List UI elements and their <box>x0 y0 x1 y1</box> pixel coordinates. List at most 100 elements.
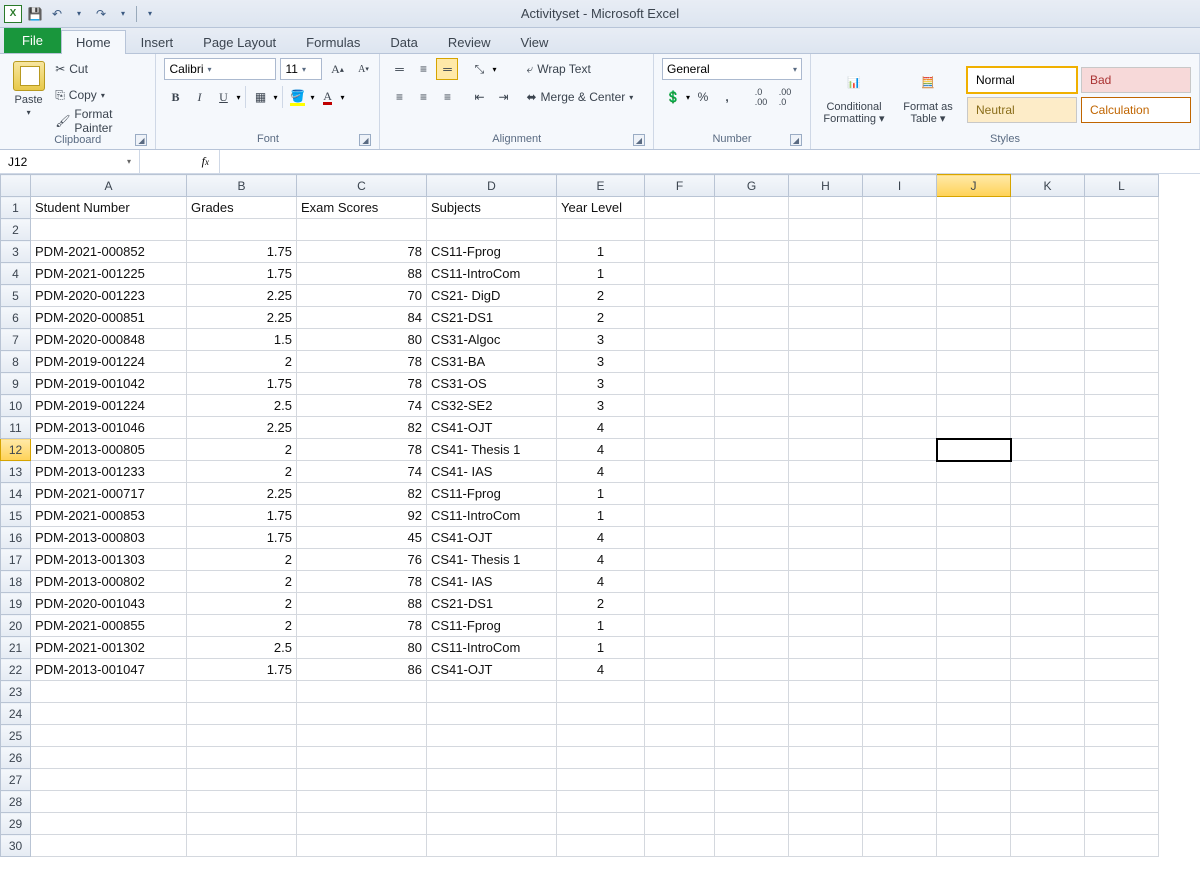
wrap-text-button[interactable]: ⤶ Wrap Text <box>526 58 633 80</box>
cell[interactable] <box>789 483 863 505</box>
cell[interactable]: 82 <box>297 417 427 439</box>
cell[interactable] <box>789 417 863 439</box>
cell[interactable]: CS41- IAS <box>427 571 557 593</box>
row-header[interactable]: 5 <box>1 285 31 307</box>
cell[interactable] <box>937 307 1011 329</box>
cell[interactable]: CS31-OS <box>427 373 557 395</box>
cell[interactable]: 2.5 <box>187 395 297 417</box>
cell[interactable] <box>937 571 1011 593</box>
cell[interactable]: CS41- Thesis 1 <box>427 439 557 461</box>
cell[interactable] <box>187 747 297 769</box>
orientation-icon[interactable]: ⤡ <box>468 58 490 80</box>
italic-button[interactable]: I <box>188 86 210 108</box>
cell[interactable] <box>789 791 863 813</box>
cell[interactable] <box>715 769 789 791</box>
row-header[interactable]: 7 <box>1 329 31 351</box>
tab-review[interactable]: Review <box>433 30 506 54</box>
cell[interactable] <box>937 439 1011 461</box>
cell[interactable] <box>937 417 1011 439</box>
accounting-format-icon[interactable]: 💲 <box>662 86 684 108</box>
cell[interactable] <box>715 637 789 659</box>
cell[interactable] <box>937 769 1011 791</box>
cell[interactable] <box>1085 659 1159 681</box>
cell[interactable] <box>645 373 715 395</box>
cell[interactable] <box>1085 285 1159 307</box>
copy-button[interactable]: ⎘ Copy ▾ <box>55 84 147 106</box>
cell[interactable] <box>715 835 789 857</box>
tab-home[interactable]: Home <box>61 30 126 54</box>
row-header[interactable]: 23 <box>1 681 31 703</box>
row-header[interactable]: 8 <box>1 351 31 373</box>
cell[interactable]: 3 <box>557 351 645 373</box>
cell[interactable]: 92 <box>297 505 427 527</box>
cell[interactable]: PDM-2021-000853 <box>31 505 187 527</box>
tab-data[interactable]: Data <box>375 30 432 54</box>
cell[interactable] <box>297 725 427 747</box>
column-header-J[interactable]: J <box>937 175 1011 197</box>
cell[interactable] <box>645 835 715 857</box>
align-middle-icon[interactable]: ≡ <box>412 58 434 80</box>
increase-indent-icon[interactable]: ⇥ <box>492 86 514 108</box>
cell[interactable] <box>31 219 187 241</box>
cell[interactable] <box>645 263 715 285</box>
cell[interactable] <box>1011 219 1085 241</box>
cell[interactable]: 2.5 <box>187 637 297 659</box>
cell[interactable] <box>863 791 937 813</box>
cell[interactable] <box>863 461 937 483</box>
cell[interactable]: PDM-2020-001223 <box>31 285 187 307</box>
grow-font-icon[interactable]: A▴ <box>326 58 348 80</box>
increase-decimal-icon[interactable]: .0.00 <box>750 86 772 108</box>
cell[interactable]: 2 <box>187 461 297 483</box>
cell[interactable]: PDM-2013-001046 <box>31 417 187 439</box>
cell[interactable] <box>789 263 863 285</box>
cell[interactable] <box>789 681 863 703</box>
cell[interactable]: 2 <box>187 439 297 461</box>
row-header[interactable]: 10 <box>1 395 31 417</box>
cell[interactable]: Student Number <box>31 197 187 219</box>
dialog-launcher-icon[interactable]: ◢ <box>135 134 147 146</box>
cell[interactable] <box>863 549 937 571</box>
cell[interactable]: CS41-OJT <box>427 417 557 439</box>
cell[interactable]: PDM-2019-001224 <box>31 395 187 417</box>
paste-button[interactable]: Paste ▾ <box>8 58 49 117</box>
cell[interactable]: PDM-2021-001302 <box>31 637 187 659</box>
cell[interactable] <box>1011 769 1085 791</box>
cell[interactable]: CS31-Algoc <box>427 329 557 351</box>
column-header-D[interactable]: D <box>427 175 557 197</box>
cell[interactable] <box>789 615 863 637</box>
font-color-button[interactable]: A <box>317 86 339 108</box>
cell[interactable]: 2.25 <box>187 307 297 329</box>
row-header[interactable]: 18 <box>1 571 31 593</box>
cell[interactable] <box>427 747 557 769</box>
font-size-dropdown[interactable]: 11 ▾ <box>280 58 322 80</box>
row-header[interactable]: 22 <box>1 659 31 681</box>
cell[interactable] <box>645 571 715 593</box>
cell[interactable] <box>715 747 789 769</box>
cell[interactable] <box>789 659 863 681</box>
cell[interactable]: 2 <box>557 285 645 307</box>
cell[interactable] <box>1085 703 1159 725</box>
column-header-E[interactable]: E <box>557 175 645 197</box>
cell[interactable] <box>1011 615 1085 637</box>
redo-icon[interactable]: ↷ <box>92 5 110 23</box>
cell[interactable]: 78 <box>297 439 427 461</box>
row-header[interactable]: 29 <box>1 813 31 835</box>
cell[interactable] <box>427 791 557 813</box>
cell[interactable] <box>645 725 715 747</box>
cell[interactable] <box>863 351 937 373</box>
cell[interactable] <box>187 769 297 791</box>
percent-style-icon[interactable]: % <box>692 86 714 108</box>
cell[interactable] <box>715 219 789 241</box>
cell[interactable] <box>715 549 789 571</box>
cell[interactable]: 4 <box>557 549 645 571</box>
cell[interactable]: Subjects <box>427 197 557 219</box>
cell[interactable] <box>937 219 1011 241</box>
cell[interactable]: 1.75 <box>187 263 297 285</box>
cell[interactable] <box>863 637 937 659</box>
cell[interactable]: 74 <box>297 395 427 417</box>
cell[interactable] <box>1085 725 1159 747</box>
cell[interactable] <box>31 703 187 725</box>
cell-style-bad[interactable]: Bad <box>1081 67 1191 93</box>
cell[interactable] <box>297 681 427 703</box>
row-header[interactable]: 19 <box>1 593 31 615</box>
